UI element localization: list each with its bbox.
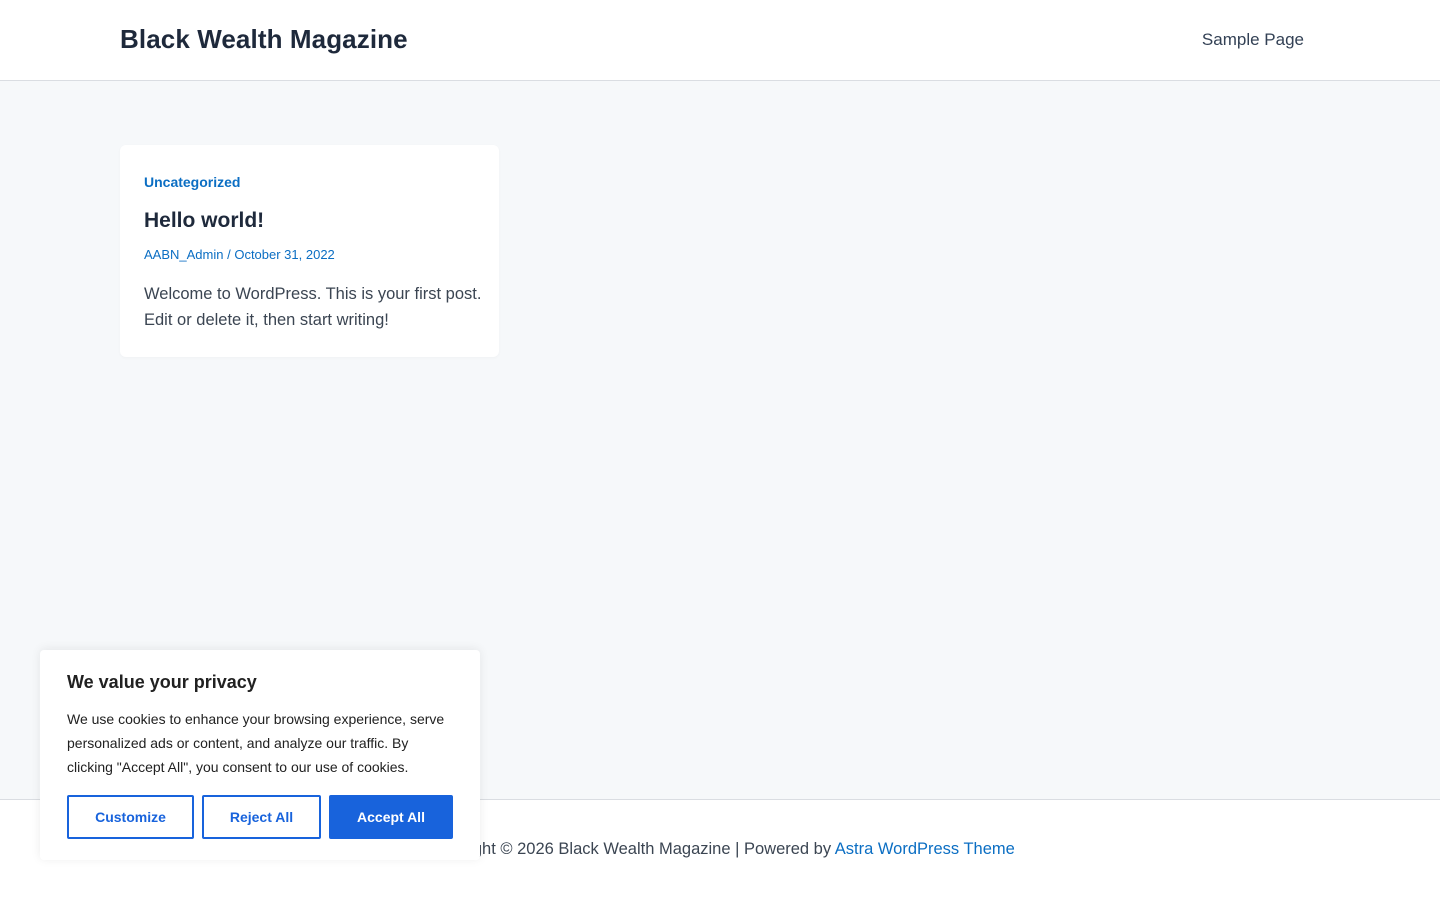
footer-theme-link[interactable]: Astra WordPress Theme xyxy=(835,840,1015,858)
post-date-link[interactable]: October 31, 2022 xyxy=(234,247,334,262)
post-author-link[interactable]: AABN_Admin xyxy=(144,247,223,262)
post-title-link[interactable]: Hello world! xyxy=(144,209,264,233)
site-title[interactable]: Black Wealth Magazine xyxy=(120,24,408,55)
cookie-banner-text: We use cookies to enhance your browsing … xyxy=(67,711,445,775)
customize-button[interactable]: Customize xyxy=(67,795,194,839)
post-excerpt: Welcome to WordPress. This is your first… xyxy=(144,285,482,329)
reject-all-button[interactable]: Reject All xyxy=(202,795,321,839)
post-meta-separator: / xyxy=(223,247,235,262)
accept-all-button[interactable]: Accept All xyxy=(329,795,453,839)
nav-link-sample-page[interactable]: Sample Page xyxy=(1202,30,1304,50)
post-meta: AABN_Admin / October 31, 2022 xyxy=(144,247,335,262)
cookie-consent-banner: We value your privacy We use cookies to … xyxy=(40,650,480,860)
footer-copyright-text: Copyright © 2026 Black Wealth Magazine |… xyxy=(425,840,835,858)
site-header: Black Wealth Magazine Sample Page xyxy=(0,0,1440,81)
cookie-banner-title: We value your privacy xyxy=(67,672,257,692)
post-category-link[interactable]: Uncategorized xyxy=(144,174,240,190)
post-card: Uncategorized Hello world! AABN_Admin / … xyxy=(120,145,499,357)
